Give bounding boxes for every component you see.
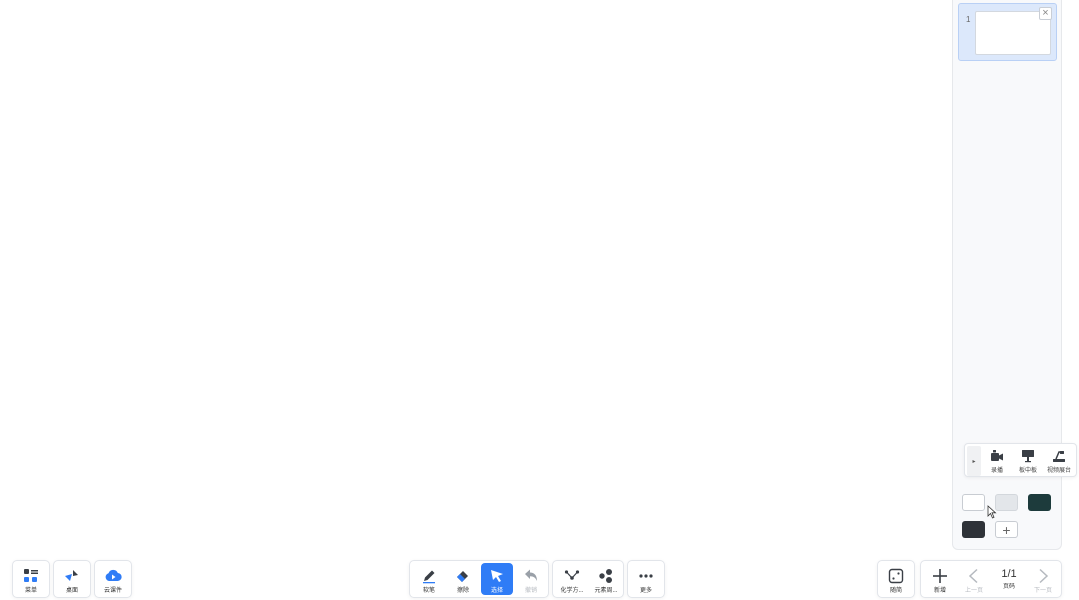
eraser-label: 擦除 — [456, 588, 469, 594]
random-group: 随简 — [877, 560, 915, 598]
drawing-tools-group: 软笔 擦除 选择 撤销 — [409, 560, 549, 598]
page-indicator: 1/1 页码 — [992, 563, 1026, 595]
undo-button[interactable]: 撤销 — [515, 563, 547, 595]
color-swatch-white[interactable] — [962, 494, 985, 511]
desktop-group: 桌面 — [53, 560, 91, 598]
menu-group: 菜单 — [12, 560, 50, 598]
cloud-group: 云课件 — [94, 560, 132, 598]
record-label: 录播 — [990, 468, 1003, 474]
more-button[interactable]: 更多 — [630, 563, 662, 595]
page-number: 1 — [966, 15, 971, 24]
page-thumbnail-card[interactable]: 1 × — [958, 3, 1057, 61]
media-toolbar: ▸ 录播 板中板 视频展台 — [964, 443, 1077, 477]
chemistry-equation-button[interactable]: 化学方... — [556, 563, 588, 595]
dice-icon — [888, 568, 904, 584]
random-button[interactable]: 随简 — [880, 563, 912, 595]
video-booth-button[interactable]: 视频展台 — [1044, 446, 1074, 476]
page-counter: 1/1 — [1001, 568, 1017, 580]
menu-button[interactable]: 菜单 — [15, 563, 47, 595]
color-swatch-charcoal[interactable] — [962, 521, 985, 538]
pin-desktop-icon — [65, 570, 78, 581]
atom-cluster-icon — [599, 569, 612, 583]
board-in-board-button[interactable]: 板中板 — [1013, 446, 1043, 476]
periodic-table-button[interactable]: 元素周... — [590, 563, 622, 595]
plus-icon — [933, 569, 947, 583]
cloud-play-icon — [105, 569, 122, 582]
page-counter-label: 页码 — [1002, 584, 1015, 590]
ellipsis-icon — [639, 574, 653, 578]
add-color-button[interactable]: + — [995, 521, 1018, 538]
mouse-cursor-icon — [987, 505, 997, 519]
cloud-courseware-button[interactable]: 云课件 — [97, 563, 129, 595]
pen-button[interactable]: 软笔 — [413, 563, 445, 595]
eraser-icon — [457, 571, 468, 582]
presentation-board-icon — [1022, 450, 1034, 463]
pen-label: 软笔 — [422, 588, 435, 594]
close-page-button[interactable]: × — [1039, 7, 1052, 20]
previous-page-label: 上一页 — [964, 588, 983, 594]
eraser-button[interactable]: 擦除 — [447, 563, 479, 595]
cloud-courseware-label: 云课件 — [103, 588, 122, 594]
grid-menu-icon — [24, 569, 38, 582]
desktop-button[interactable]: 桌面 — [56, 563, 88, 595]
undo-icon — [525, 569, 537, 581]
undo-label: 撤销 — [524, 588, 537, 594]
science-tools-group: 化学方... 元素周... — [552, 560, 624, 598]
whiteboard-canvas[interactable] — [0, 0, 950, 600]
next-page-label: 下一页 — [1033, 588, 1052, 594]
arrow-pointer-icon — [491, 570, 503, 582]
pen-icon — [423, 570, 435, 584]
more-group: 更多 — [627, 560, 665, 598]
chevron-left-icon — [968, 568, 978, 584]
video-booth-label: 视频展台 — [1046, 468, 1071, 474]
document-camera-icon — [1053, 451, 1065, 462]
video-camera-icon — [991, 450, 1003, 461]
color-swatch-light-gray[interactable] — [995, 494, 1018, 511]
previous-page-button[interactable]: 上一页 — [958, 563, 990, 595]
media-toolbar-toggle[interactable]: ▸ — [967, 446, 981, 476]
menu-label: 菜单 — [24, 588, 37, 594]
next-page-button[interactable]: 下一页 — [1027, 563, 1059, 595]
new-page-button[interactable]: 新增 — [924, 563, 956, 595]
chevron-right-icon — [1039, 568, 1049, 584]
board-in-board-label: 板中板 — [1018, 468, 1037, 474]
select-label: 选择 — [490, 588, 503, 594]
chemistry-equation-label: 化学方... — [560, 588, 584, 594]
molecule-bond-icon — [564, 570, 580, 580]
page-navigation-group: 新增 上一页 1/1 页码 下一页 — [920, 560, 1062, 598]
random-label: 随简 — [889, 588, 902, 594]
record-button[interactable]: 录播 — [982, 446, 1012, 476]
color-swatch-dark-teal[interactable] — [1028, 494, 1051, 511]
select-button[interactable]: 选择 — [481, 563, 513, 595]
desktop-label: 桌面 — [65, 588, 78, 594]
periodic-table-label: 元素周... — [594, 588, 618, 594]
new-page-label: 新增 — [933, 588, 946, 594]
more-label: 更多 — [639, 588, 652, 594]
